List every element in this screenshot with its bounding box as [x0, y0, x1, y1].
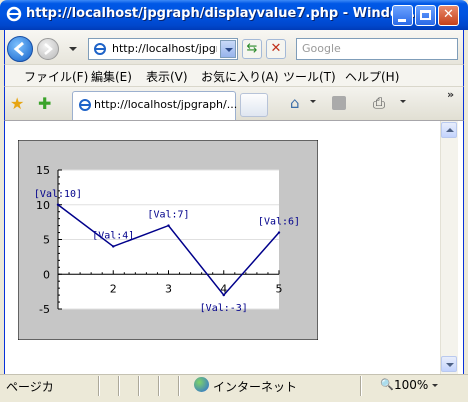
print-icon[interactable]: ⎙: [373, 94, 385, 112]
back-button[interactable]: [7, 36, 33, 62]
close-button[interactable]: ✕: [438, 5, 459, 26]
data-label: [Val:6]: [258, 217, 300, 228]
tab-label[interactable]: http://localhost/jpgraph/...: [94, 98, 237, 111]
x-tick-label: 2: [110, 282, 117, 295]
address-text[interactable]: http://localhost/jpgr: [112, 42, 217, 55]
status-divider: [98, 376, 100, 396]
y-tick-label: 10: [36, 199, 50, 212]
status-divider: [118, 376, 120, 396]
minimize-button[interactable]: [392, 5, 413, 26]
line-chart: 151050-5 2345 [Val:10][Val:4][Val:7][Val…: [18, 140, 318, 340]
menu-tools[interactable]: ツール(T): [283, 68, 336, 85]
home-dropdown-icon[interactable]: [310, 100, 316, 103]
y-tick-label: 0: [43, 268, 50, 281]
data-label: [Val:10]: [34, 189, 82, 200]
status-divider: [360, 376, 362, 396]
menu-file[interactable]: ファイル(F): [24, 68, 88, 85]
stop-icon: ✕: [270, 41, 282, 56]
scroll-down-button[interactable]: [441, 356, 457, 372]
print-dropdown-icon[interactable]: [400, 100, 406, 103]
data-point: [112, 245, 115, 248]
data-point: [167, 224, 170, 227]
maximize-button[interactable]: [415, 5, 436, 26]
status-divider: [138, 376, 140, 396]
feeds-icon[interactable]: [332, 96, 346, 110]
y-tick-label: 5: [43, 234, 50, 247]
y-tick-label: 15: [36, 164, 50, 177]
y-tick-label: -5: [39, 303, 50, 316]
data-point: [222, 293, 225, 297]
internet-zone-icon: [194, 377, 209, 392]
x-tick-label: 3: [165, 282, 172, 295]
favorites-star-icon[interactable]: ★: [10, 94, 24, 113]
menu-edit[interactable]: 編集(E): [91, 68, 132, 85]
toolbar-overflow-chevron-icon[interactable]: »: [447, 88, 454, 101]
forward-button[interactable]: [37, 38, 59, 60]
data-label: [Val:-3]: [200, 303, 248, 314]
tab-page-icon: [79, 99, 91, 111]
stop-button[interactable]: ✕: [266, 39, 286, 59]
menu-view[interactable]: 表示(V): [146, 68, 188, 85]
zoom-icon[interactable]: 🔍: [380, 378, 394, 391]
scroll-up-button[interactable]: [441, 122, 457, 138]
home-icon[interactable]: ⌂: [290, 94, 300, 112]
refresh-icon: ⇆: [246, 41, 258, 56]
zoom-dropdown-icon[interactable]: [432, 384, 438, 387]
back-arrow-icon: [13, 41, 24, 57]
ie-icon: [6, 6, 22, 22]
menu-help[interactable]: ヘルプ(H): [345, 68, 399, 85]
x-tick-label: 5: [276, 282, 283, 295]
add-favorites-icon[interactable]: ✚: [38, 94, 51, 113]
status-divider: [178, 376, 180, 396]
search-placeholder: Google: [302, 42, 341, 55]
page-icon: [94, 43, 106, 55]
security-zone-text: インターネット: [213, 380, 298, 394]
status-divider: [158, 376, 160, 396]
history-dropdown-icon[interactable]: [69, 47, 77, 51]
address-dropdown-button[interactable]: [220, 40, 236, 58]
close-icon: ✕: [443, 7, 454, 22]
data-point: [277, 231, 281, 234]
status-text: ページカ: [6, 380, 54, 394]
data-label: [Val:4]: [92, 230, 134, 241]
vertical-scrollbar[interactable]: [440, 121, 458, 374]
chevron-up-icon: [446, 128, 454, 132]
new-tab-button[interactable]: [240, 93, 268, 117]
chevron-down-icon: [446, 363, 454, 367]
window-title: http://localhost/jpgraph/displayvalue7.p…: [26, 6, 425, 21]
zoom-level[interactable]: 100%: [394, 378, 428, 392]
forward-arrow-icon: [44, 43, 53, 55]
refresh-button[interactable]: ⇆: [242, 39, 262, 59]
data-label: [Val:7]: [147, 210, 189, 221]
data-point: [56, 203, 60, 206]
menu-favorites[interactable]: お気に入り(A): [201, 68, 279, 85]
